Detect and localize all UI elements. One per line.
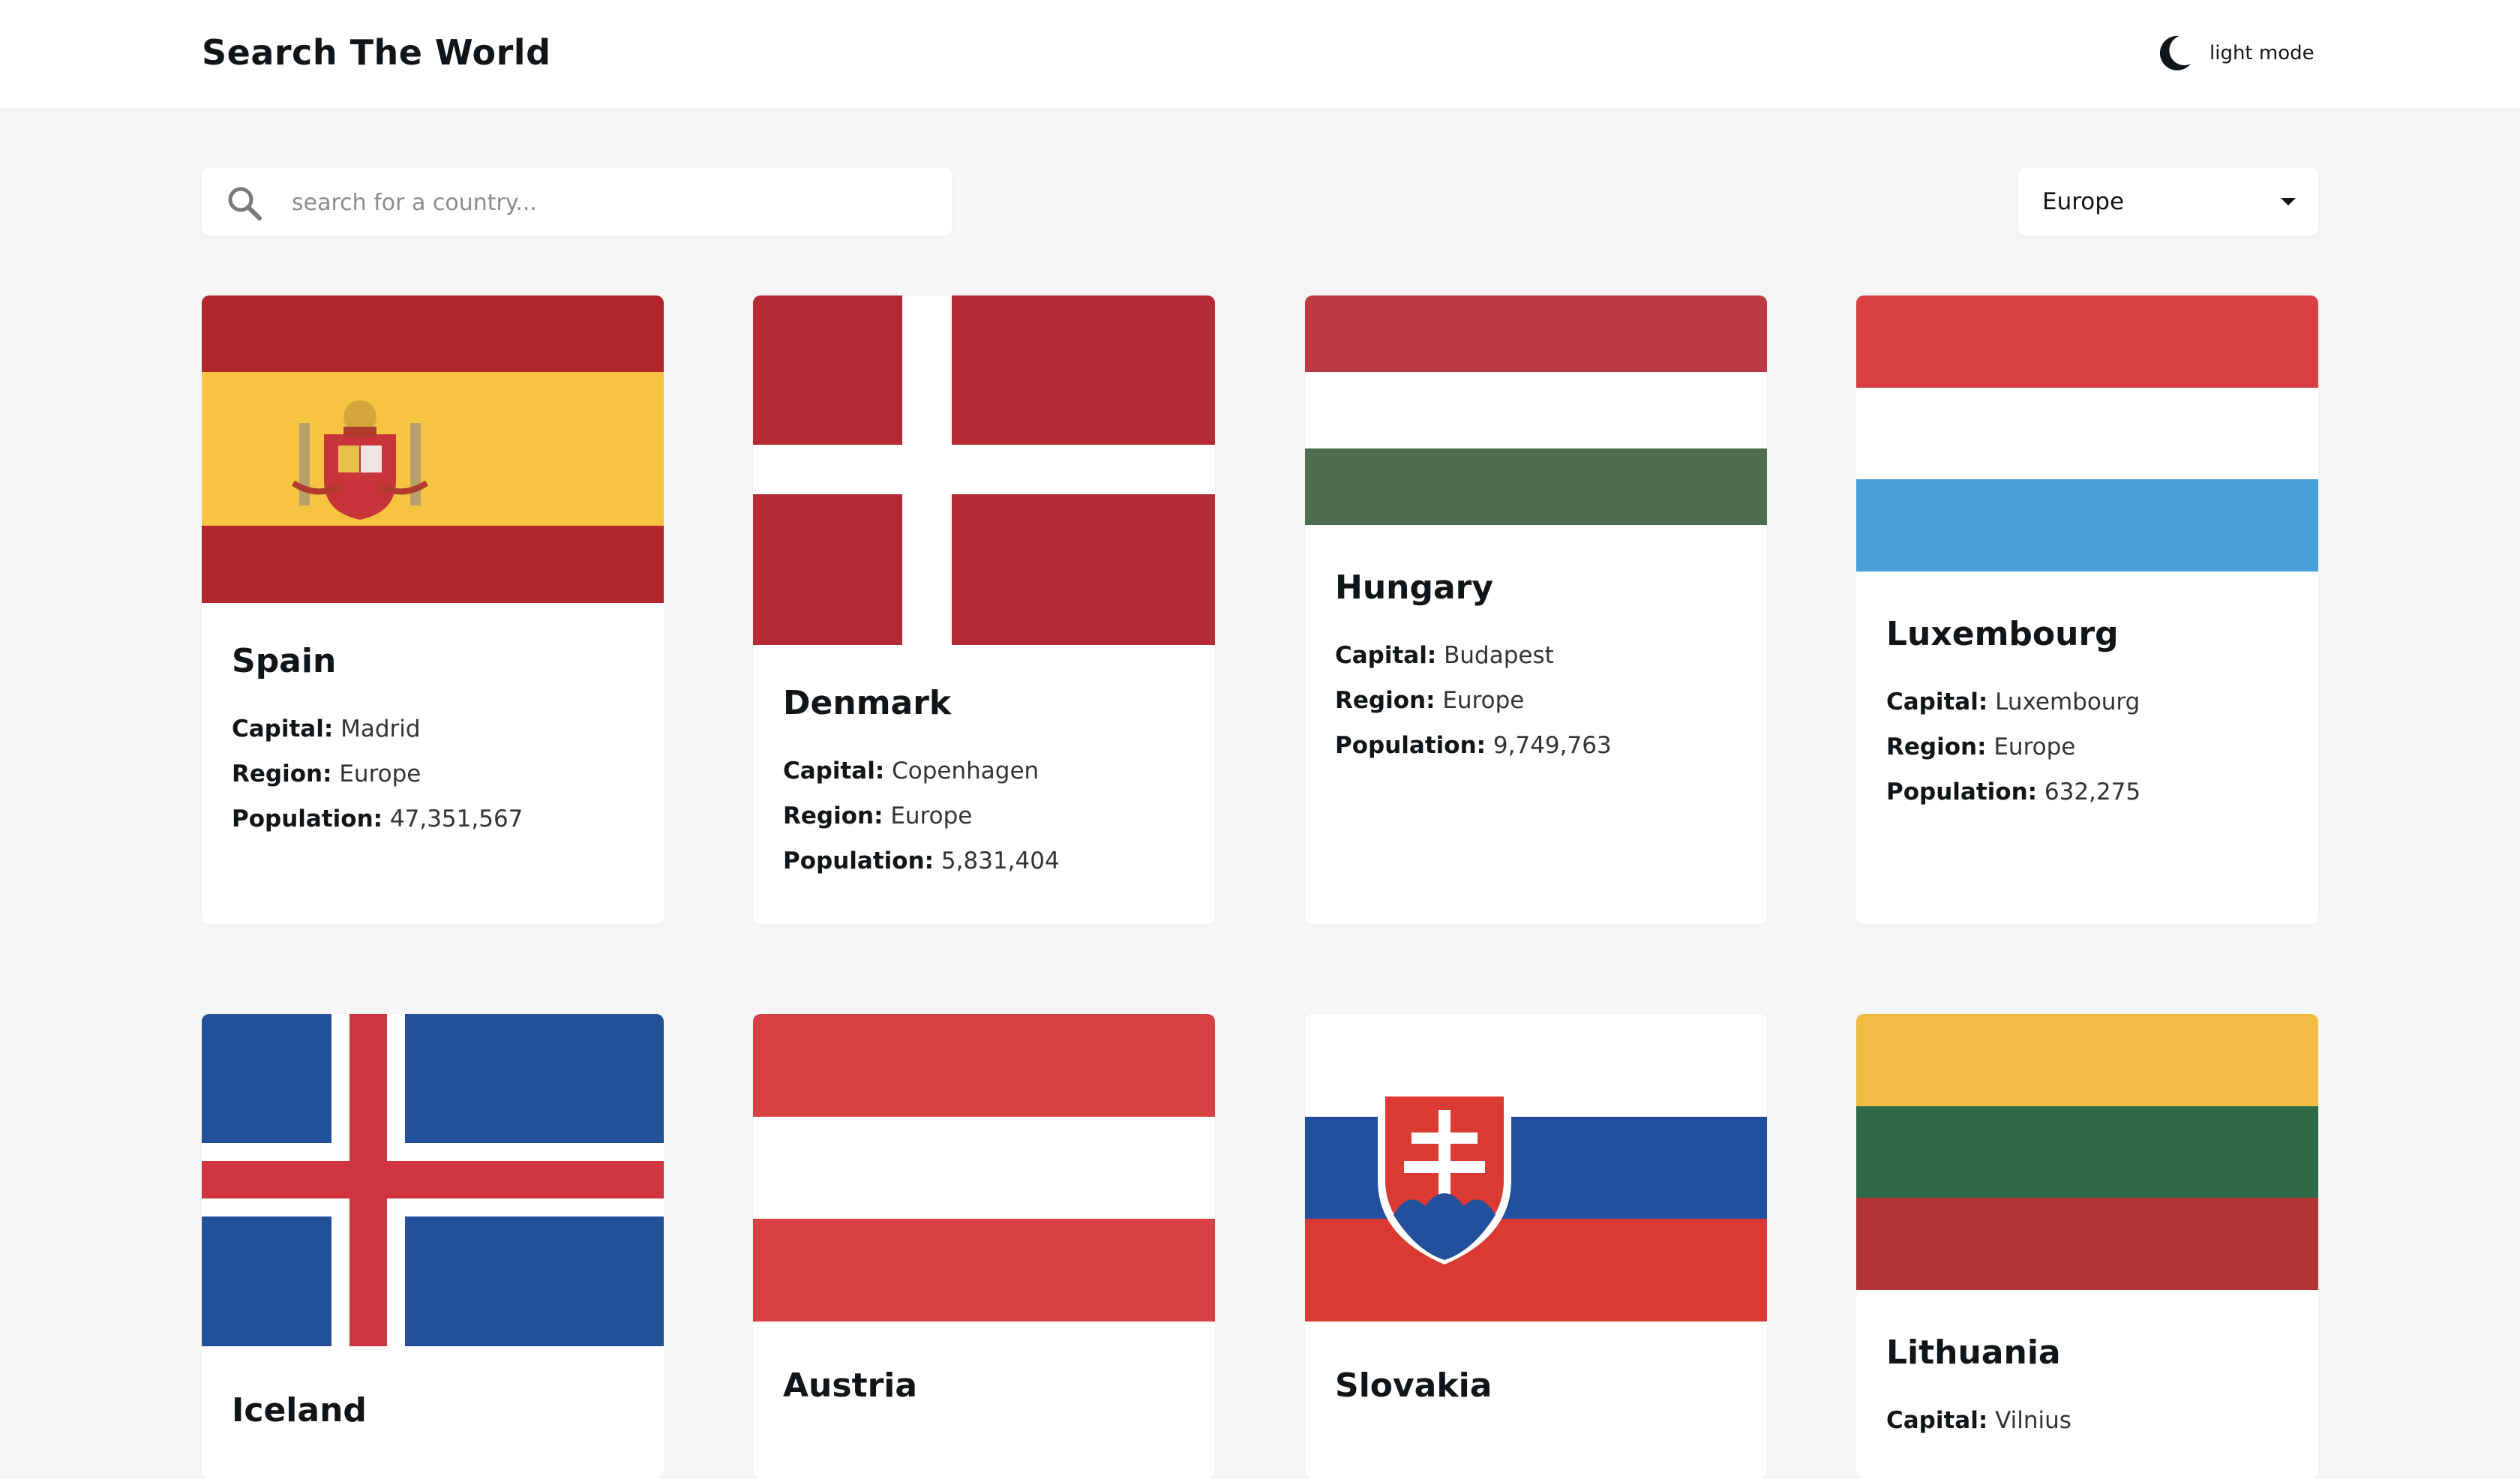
search-icon <box>228 187 262 220</box>
country-name: Slovakia <box>1335 1366 1492 1405</box>
country-name: Lithuania <box>1886 1334 2061 1372</box>
country-name: Hungary <box>1335 568 1494 607</box>
country-region: Region: Europe <box>232 760 422 788</box>
country-capital: Capital: Madrid <box>232 716 421 742</box>
country-region: Region: Europe <box>783 802 973 830</box>
country-capital: Capital: Luxembourg <box>1886 688 2140 716</box>
flag-hungary <box>1305 296 1767 525</box>
country-card[interactable]: Slovakia <box>1305 1014 1767 1479</box>
app-header: Search The World light mode <box>0 0 2520 108</box>
theme-toggle-button[interactable]: light mode <box>2157 30 2314 76</box>
country-card[interactable]: Denmark Capital: Copenhagen Region: Euro… <box>753 296 1215 924</box>
app-title: Search The World <box>202 32 551 73</box>
flag-spain <box>202 296 664 603</box>
flag-denmark <box>753 296 1215 645</box>
country-card[interactable]: Lithuania Capital: Vilnius <box>1856 1014 2318 1479</box>
country-name: Spain <box>232 642 337 680</box>
country-name: Austria <box>783 1366 918 1405</box>
region-filter-dropdown[interactable]: Europe <box>2018 168 2318 236</box>
country-capital: Capital: Copenhagen <box>783 758 1040 784</box>
search-bar <box>202 168 952 237</box>
country-region: Region: Europe <box>1335 687 1525 714</box>
flag-slovakia <box>1305 1014 1767 1322</box>
country-region: Region: Europe <box>1886 734 2076 760</box>
moon-icon <box>2159 35 2191 70</box>
country-capital: Capital: Vilnius <box>1886 1407 2072 1434</box>
country-card[interactable]: Iceland <box>202 1014 664 1479</box>
country-name: Iceland <box>232 1391 367 1430</box>
flag-lithuania <box>1856 1014 2318 1290</box>
flag-austria <box>753 1014 1215 1322</box>
country-card[interactable]: Spain Capital: Madrid Region: Europe Pop… <box>202 296 664 924</box>
country-population: Population: 632,275 <box>1886 778 2141 806</box>
theme-toggle-label: light mode <box>2210 42 2314 64</box>
country-name: Denmark <box>783 684 952 722</box>
country-name: Luxembourg <box>1886 615 2119 653</box>
country-population: Population: 9,749,763 <box>1335 732 1612 759</box>
country-card[interactable]: Hungary Capital: Budapest Region: Europe… <box>1305 296 1767 924</box>
country-population: Population: 5,831,404 <box>783 848 1060 874</box>
region-filter-value: Europe <box>2042 188 2125 215</box>
country-capital: Capital: Budapest <box>1335 642 1554 669</box>
flag-iceland <box>202 1014 664 1346</box>
flag-luxembourg <box>1856 296 2318 572</box>
search-input[interactable] <box>290 168 938 237</box>
country-population: Population: 47,351,567 <box>232 806 524 832</box>
country-card[interactable]: Austria <box>753 1014 1215 1479</box>
chevron-down-icon <box>2281 198 2296 206</box>
country-card[interactable]: Luxembourg Capital: Luxembourg Region: E… <box>1856 296 2318 924</box>
